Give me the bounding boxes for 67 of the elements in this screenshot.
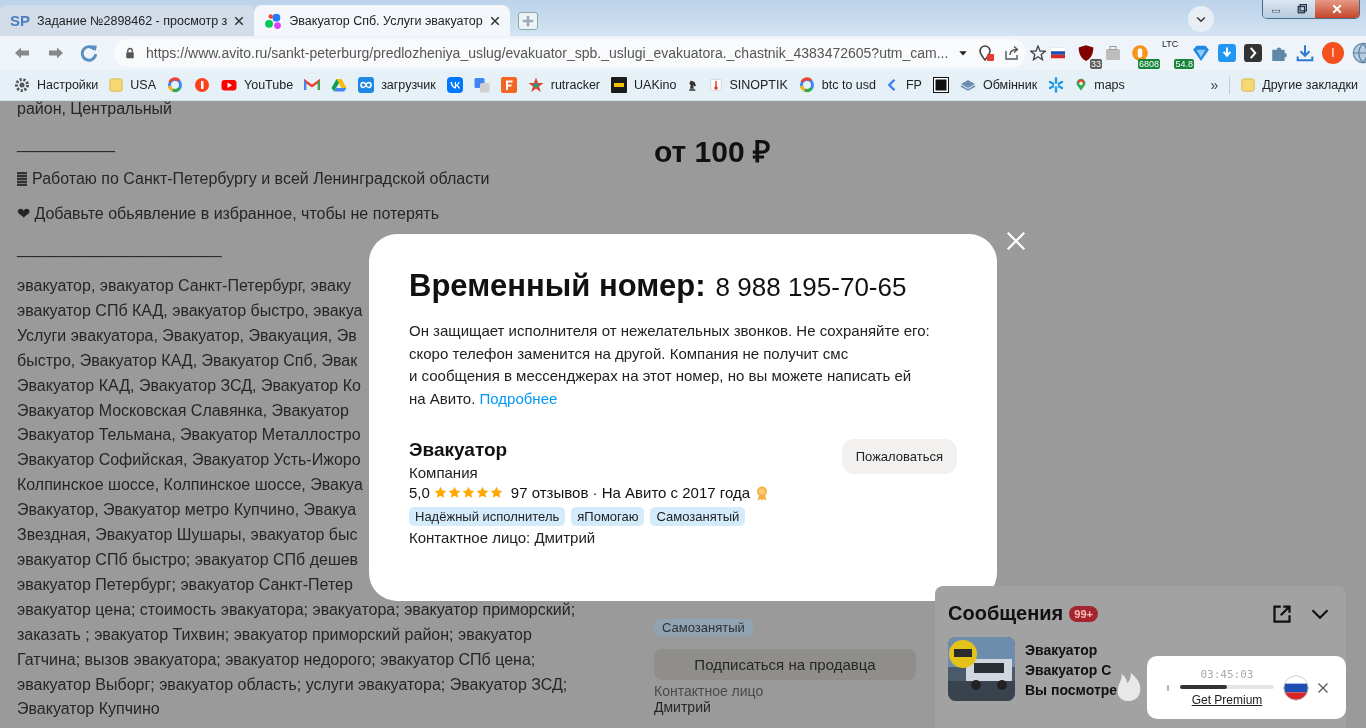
keyword-line: заказать ; эвакуатор Тихвин; эвакуатор приморский район; эвакуатор	[17, 624, 532, 645]
contact-person: Контактное лицо: Дмитрий	[409, 529, 597, 546]
favicon: SP	[10, 12, 30, 29]
timer: 03:45:03	[1200, 668, 1254, 681]
keyword-line: быстро, Эвакуатор КАД, Эвакуатор Спб, Эвак	[17, 350, 358, 371]
coin-label: LTC	[1162, 39, 1179, 49]
premium-link[interactable]: Get Premium	[1191, 693, 1263, 707]
bookmark-link[interactable]: Настройки	[37, 78, 99, 92]
dialog-title: Временный номер:	[409, 268, 706, 304]
subscribe-button[interactable]: Подписаться на продавца	[654, 649, 916, 680]
bookmark-link[interactable]: btc to usd	[821, 78, 876, 92]
browser-tab[interactable]: Эвакуатор Спб. Услуги эвакуатор	[254, 5, 510, 36]
description-text: Работаю по Санкт-Петербургу и всей Ленинградской области	[32, 169, 490, 189]
keyword-line: Гатчина; вызов эвакуатора; эвакуатор недорого; эвакуатор СПб цена;	[17, 649, 536, 670]
count-badge: 99+	[1069, 605, 1098, 622]
chat-preview: Вы посмотре	[1025, 681, 1118, 700]
keyword-line: Эвакуатор Московская Славянка, Эвакуатор	[17, 400, 349, 421]
description-text: _______________________	[17, 239, 222, 260]
keyword-line: эвакуатор СПб быстро; эвакуатор СПб дешев	[17, 549, 359, 570]
chat-name[interactable]: Эвакуатор	[1025, 640, 1118, 660]
price: от 100 ₽	[654, 134, 770, 170]
price-badge: 54.8	[1174, 59, 1194, 69]
keyword-line: Эвакуатор Купчино	[17, 699, 160, 720]
bookmark-folder[interactable]: Другие закладки	[1262, 78, 1358, 92]
description-text: ❤ Добавьте обьявление в избранное, чтобы не потерять	[17, 204, 439, 224]
seller-type: Компания	[409, 464, 479, 481]
keyword-line: Эвакуатор, Эвакуатор метро Купчино, Эвакуа	[17, 500, 357, 521]
bookmark-link[interactable]: FP	[906, 78, 922, 92]
keyword-line: Эвакуатор КАД, Эвакуатор ЗСД, Эвакуатор Ко	[17, 375, 361, 396]
bookmark-link[interactable]: YouTube	[244, 78, 294, 92]
keyword-line: эвакуатор СПб КАД, эвакуатор быстро, эвакуа	[17, 300, 363, 321]
keyword-line: эвакуатор Выборг; эвакуатор область; услуги эвакуатора; Эвакуатор ЗСД;	[17, 674, 568, 695]
keyword-line: эвакуатор, эвакуатор Санкт-Петербург, эваку	[17, 276, 352, 296]
panel-title: Сообщения	[948, 602, 1064, 625]
bookmark-link[interactable]: SINOPTIK	[729, 78, 788, 92]
description-text: ___________	[17, 134, 115, 155]
keyword-line: Звездная, Эвакуатор Шушары, эвакуатор быс	[17, 525, 358, 546]
price-badge: 6808	[1137, 59, 1160, 69]
seller-badge: Самозанятый	[650, 507, 746, 526]
keyword-line: эвакуатор Петербург; эвакуатор Санкт-Петер	[17, 574, 353, 595]
bookmark-link[interactable]: загрузчик	[381, 78, 436, 92]
bookmark-link[interactable]: UAKino	[634, 78, 677, 92]
dialog-text: Он защищает исполнителя от нежелательных звонков. Не сохраняйте его: скоро телефон заменится на другой. Компания не получит смс и сообщения в мессенджерах на этот номер, но вы можете написать ей на Авито. Подробнее	[409, 321, 931, 409]
count-badge: 33	[1090, 59, 1102, 69]
bookmark-link[interactable]: maps	[1094, 78, 1125, 92]
seller-badge: Надёжный исполнитель	[409, 507, 566, 526]
phone-number: 8 988 195-70-65	[715, 272, 907, 303]
keyword-line: эвакуатор цена; стоимость эвакуатора; эвакуатора; эвакуатор приморский;	[17, 599, 576, 620]
contact-name: Дмитрий	[654, 699, 711, 715]
reviews-text: 97 отзывов · На Авито с 2017 года	[510, 484, 751, 501]
seller-badge: яПомогаю	[571, 507, 645, 526]
seller-tag: Самозанятый	[654, 619, 753, 636]
more-bookmarks-button[interactable]: »	[1210, 77, 1219, 93]
browser-tab[interactable]: SP Задание №2898462 - просмотр з	[0, 5, 255, 36]
report-button[interactable]: Пожаловаться	[841, 439, 957, 474]
description-text: район, Центральный	[17, 101, 172, 119]
rating-value: 5,0	[409, 484, 430, 501]
keyword-line: Эвакуатор Тельмана, Эвакуатор Металлостро	[17, 425, 361, 446]
bookmark-link[interactable]: USA	[130, 78, 156, 92]
keyword-line: Эвакуатор Софийская, Эвакуатор Усть-Ижоро	[17, 450, 361, 471]
keyword-line: Колпинское шоссе, Колпинское шоссе, Эвакуа	[17, 475, 363, 496]
seller-name: Эвакуатор	[409, 439, 509, 461]
chat-title: Эвакуатор С	[1025, 661, 1113, 680]
bookmark-link[interactable]: Обмінник	[982, 78, 1038, 92]
bookmark-link[interactable]: rutracker	[550, 78, 601, 92]
contact-label: Контактное лицо	[654, 683, 764, 699]
keyword-line: Услуги эвакуатора, Эвакуатор, Эвакуация, Эв	[17, 325, 357, 346]
